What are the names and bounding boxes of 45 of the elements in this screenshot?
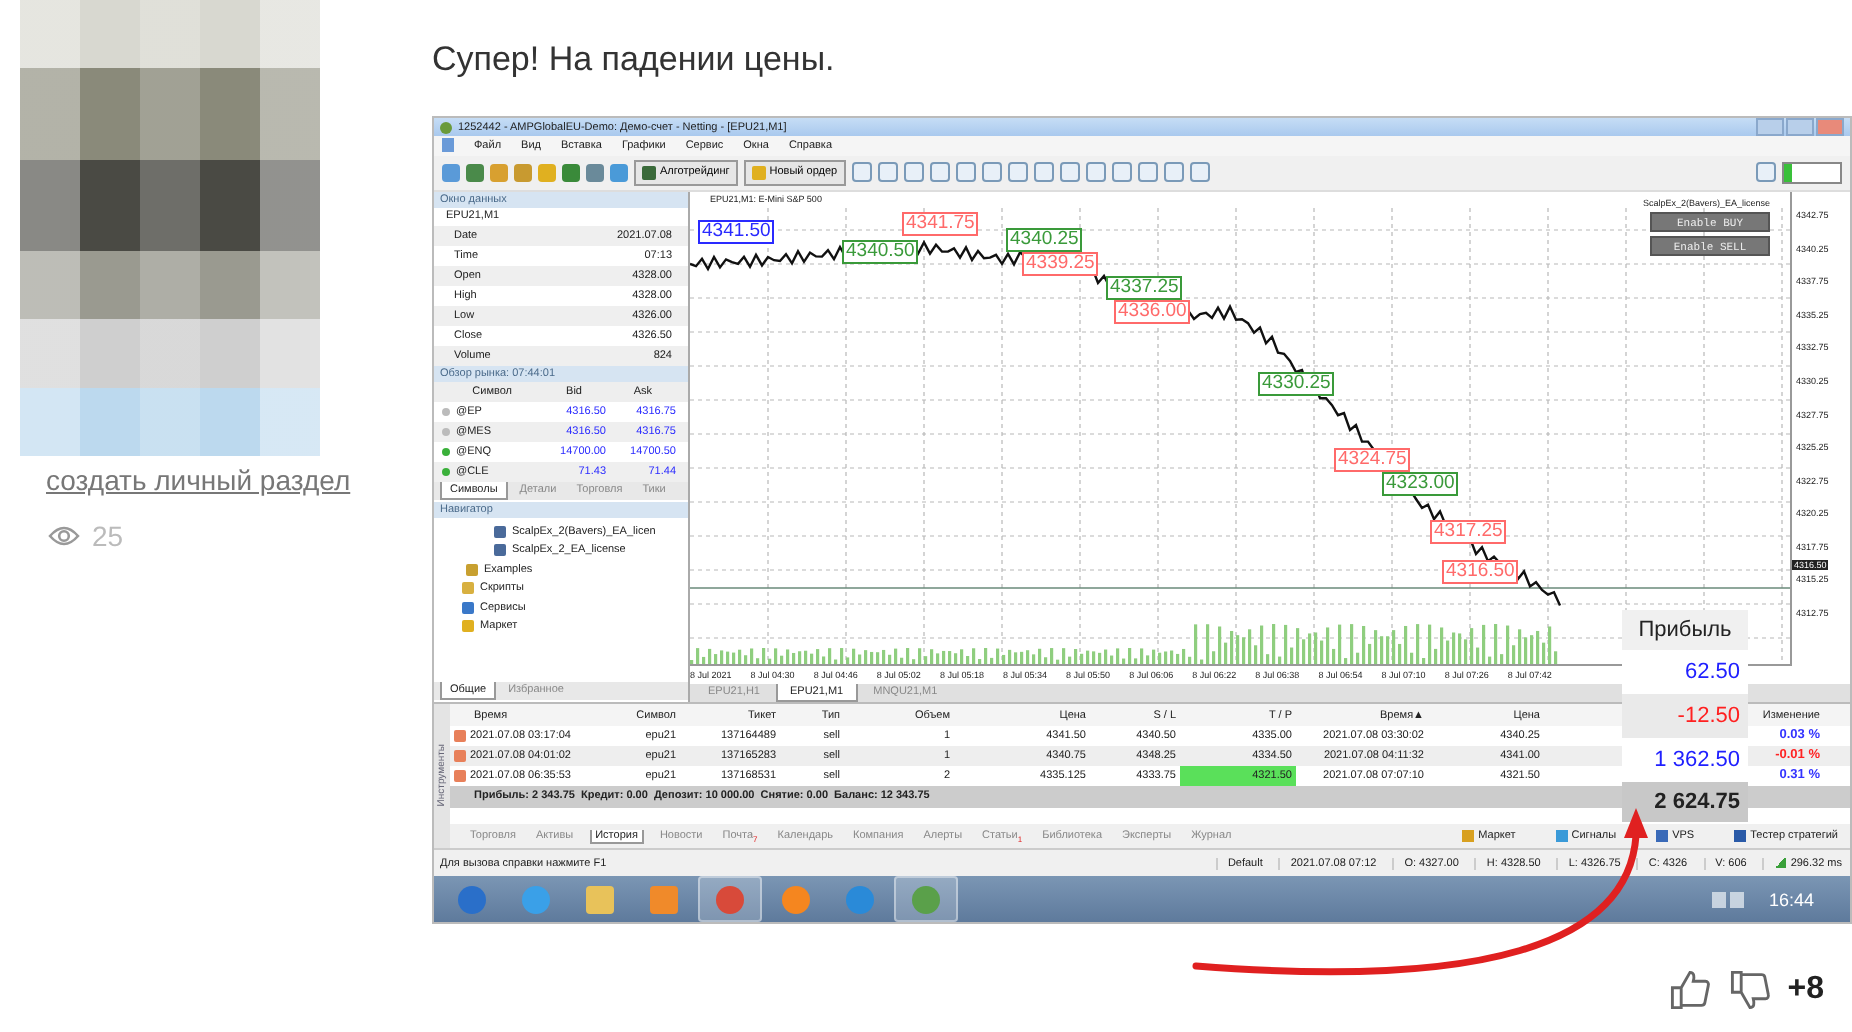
thumbs-up-icon[interactable] [1667, 968, 1712, 1012]
toolbar-icon[interactable] [955, 162, 976, 183]
trade-price-label: 4317.25 [1430, 520, 1507, 545]
trade-price-label: 4340.50 [842, 240, 919, 265]
create-section-link[interactable]: создать личный раздел [46, 464, 412, 496]
view-count: 25 [92, 520, 124, 552]
trade-price-label: 4336.00 [1114, 300, 1191, 325]
taskbar-app-icon[interactable] [894, 876, 958, 922]
profit-total: 2 624.75 [1622, 782, 1748, 822]
trade-price-label: 4341.50 [698, 220, 775, 245]
toolbar-icon[interactable] [929, 162, 950, 183]
toolbar-icon[interactable] [877, 162, 898, 183]
thumbs-down-icon[interactable] [1727, 968, 1772, 1012]
taskbar-app-icon[interactable] [698, 876, 762, 922]
toolbar-icon[interactable] [1163, 162, 1184, 183]
signal-meter [1782, 161, 1842, 184]
app-icon [440, 121, 452, 134]
toolbar-icon[interactable] [851, 162, 872, 183]
close-button[interactable] [1816, 118, 1844, 137]
toolbar-icon[interactable] [1007, 162, 1028, 183]
trade-price-label: 4341.75 [902, 212, 979, 237]
document-icon [442, 138, 454, 153]
toolbar-icon[interactable] [1137, 162, 1158, 183]
toolbar-icon[interactable] [1033, 162, 1054, 183]
toolbar-icon[interactable] [903, 162, 924, 183]
trade-price-label: 4330.25 [1258, 372, 1335, 397]
trade-price-label: 4340.25 [1006, 228, 1083, 253]
toolbar-icon[interactable] [981, 162, 1002, 183]
toolbar-icon[interactable] [1111, 162, 1132, 183]
trade-price-label: 4339.25 [1022, 252, 1099, 277]
toolbar-icon[interactable] [1189, 162, 1210, 183]
eye-icon [48, 524, 80, 548]
toolbar-icon[interactable] [1059, 162, 1080, 183]
toolbar-icon[interactable] [1085, 162, 1106, 183]
trade-price-label: 4324.75 [1334, 448, 1411, 473]
reaction-score: +8 [1787, 972, 1824, 1008]
trade-price-label: 4337.25 [1106, 276, 1183, 301]
trade-price-label: 4323.00 [1382, 472, 1459, 497]
taskbar-clock: 16:44 [1766, 889, 1816, 909]
post-text: Супер! На падении цены. [432, 40, 837, 80]
maximize-button[interactable] [1786, 118, 1814, 137]
minimize-button[interactable] [1756, 118, 1784, 137]
overlay-title: Прибыль [1622, 610, 1748, 650]
profit-value: -12.50 [1622, 694, 1748, 738]
trade-price-label: 4316.50 [1442, 560, 1519, 585]
